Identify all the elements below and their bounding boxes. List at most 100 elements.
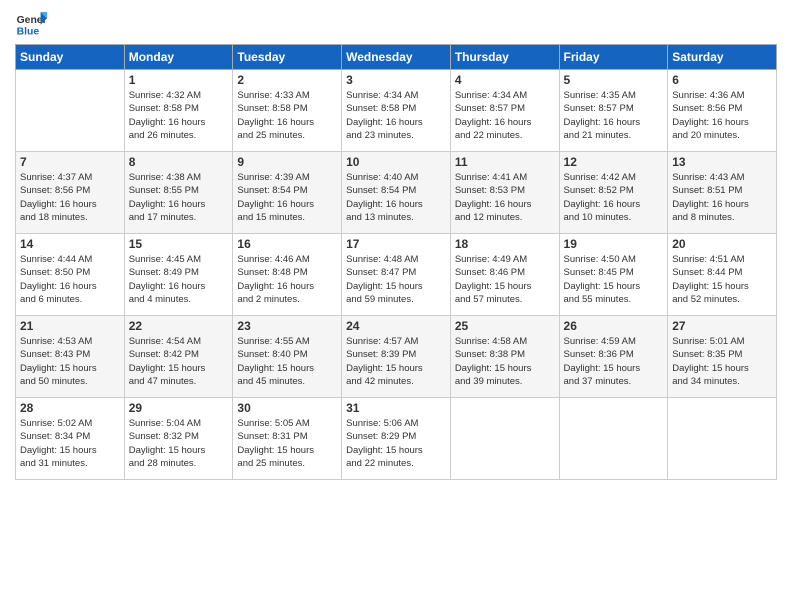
day-info: Sunrise: 4:51 AM Sunset: 8:44 PM Dayligh… (672, 253, 772, 306)
calendar-cell (450, 398, 559, 480)
calendar-cell: 13 Sunrise: 4:43 AM Sunset: 8:51 PM Dayli… (668, 152, 777, 234)
day-info: Sunrise: 4:33 AM Sunset: 8:58 PM Dayligh… (237, 89, 337, 142)
day-info: Sunrise: 4:48 AM Sunset: 8:47 PM Dayligh… (346, 253, 446, 306)
day-info: Sunrise: 4:50 AM Sunset: 8:45 PM Dayligh… (564, 253, 664, 306)
calendar-cell (668, 398, 777, 480)
day-info: Sunrise: 4:54 AM Sunset: 8:42 PM Dayligh… (129, 335, 229, 388)
day-info: Sunrise: 4:43 AM Sunset: 8:51 PM Dayligh… (672, 171, 772, 224)
day-info: Sunrise: 5:04 AM Sunset: 8:32 PM Dayligh… (129, 417, 229, 470)
calendar-cell: 27 Sunrise: 5:01 AM Sunset: 8:35 PM Dayli… (668, 316, 777, 398)
calendar-cell: 12 Sunrise: 4:42 AM Sunset: 8:52 PM Dayli… (559, 152, 668, 234)
day-number: 17 (346, 237, 446, 251)
weekday-header: Tuesday (233, 45, 342, 70)
calendar-cell (16, 70, 125, 152)
day-number: 16 (237, 237, 337, 251)
day-info: Sunrise: 4:58 AM Sunset: 8:38 PM Dayligh… (455, 335, 555, 388)
calendar-cell: 24 Sunrise: 4:57 AM Sunset: 8:39 PM Dayli… (342, 316, 451, 398)
calendar-header: SundayMondayTuesdayWednesdayThursdayFrid… (16, 45, 777, 70)
day-info: Sunrise: 4:45 AM Sunset: 8:49 PM Dayligh… (129, 253, 229, 306)
calendar-week-row: 1 Sunrise: 4:32 AM Sunset: 8:58 PM Daylig… (16, 70, 777, 152)
calendar-cell: 19 Sunrise: 4:50 AM Sunset: 8:45 PM Dayli… (559, 234, 668, 316)
day-number: 27 (672, 319, 772, 333)
day-info: Sunrise: 4:41 AM Sunset: 8:53 PM Dayligh… (455, 171, 555, 224)
day-info: Sunrise: 4:53 AM Sunset: 8:43 PM Dayligh… (20, 335, 120, 388)
calendar-cell: 7 Sunrise: 4:37 AM Sunset: 8:56 PM Daylig… (16, 152, 125, 234)
day-number: 25 (455, 319, 555, 333)
calendar-cell: 5Sunrise: 4:35 AM Sunset: 8:57 PM Daylig… (559, 70, 668, 152)
calendar-cell: 6Sunrise: 4:36 AM Sunset: 8:56 PM Daylig… (668, 70, 777, 152)
day-info: Sunrise: 4:32 AM Sunset: 8:58 PM Dayligh… (129, 89, 229, 142)
day-number: 26 (564, 319, 664, 333)
day-number: 29 (129, 401, 229, 415)
day-number: 19 (564, 237, 664, 251)
day-number: 15 (129, 237, 229, 251)
calendar-week-row: 7 Sunrise: 4:37 AM Sunset: 8:56 PM Daylig… (16, 152, 777, 234)
day-number: 18 (455, 237, 555, 251)
day-info: Sunrise: 4:59 AM Sunset: 8:36 PM Dayligh… (564, 335, 664, 388)
day-info: Sunrise: 4:34 AM Sunset: 8:57 PM Dayligh… (455, 89, 555, 142)
day-info: Sunrise: 5:05 AM Sunset: 8:31 PM Dayligh… (237, 417, 337, 470)
day-info: Sunrise: 4:42 AM Sunset: 8:52 PM Dayligh… (564, 171, 664, 224)
day-number: 2 (237, 73, 337, 87)
weekday-header: Sunday (16, 45, 125, 70)
calendar-cell: 26 Sunrise: 4:59 AM Sunset: 8:36 PM Dayli… (559, 316, 668, 398)
calendar-cell: 22 Sunrise: 4:54 AM Sunset: 8:42 PM Dayli… (124, 316, 233, 398)
day-number: 10 (346, 155, 446, 169)
calendar-cell: 25 Sunrise: 4:58 AM Sunset: 8:38 PM Dayli… (450, 316, 559, 398)
day-number: 20 (672, 237, 772, 251)
calendar-cell: 2 Sunrise: 4:33 AM Sunset: 8:58 PM Daylig… (233, 70, 342, 152)
calendar-cell (559, 398, 668, 480)
day-info: Sunrise: 4:40 AM Sunset: 8:54 PM Dayligh… (346, 171, 446, 224)
calendar-cell: 4 Sunrise: 4:34 AM Sunset: 8:57 PM Daylig… (450, 70, 559, 152)
day-number: 28 (20, 401, 120, 415)
calendar-cell: 8Sunrise: 4:38 AM Sunset: 8:55 PM Daylig… (124, 152, 233, 234)
svg-text:Blue: Blue (17, 26, 40, 37)
calendar-cell: 23Sunrise: 4:55 AM Sunset: 8:40 PM Dayli… (233, 316, 342, 398)
weekday-header: Wednesday (342, 45, 451, 70)
weekday-header: Saturday (668, 45, 777, 70)
calendar-cell: 9Sunrise: 4:39 AM Sunset: 8:54 PM Daylig… (233, 152, 342, 234)
calendar-cell: 1 Sunrise: 4:32 AM Sunset: 8:58 PM Daylig… (124, 70, 233, 152)
day-number: 1 (129, 73, 229, 87)
day-info: Sunrise: 4:57 AM Sunset: 8:39 PM Dayligh… (346, 335, 446, 388)
day-number: 4 (455, 73, 555, 87)
calendar-cell: 11 Sunrise: 4:41 AM Sunset: 8:53 PM Dayli… (450, 152, 559, 234)
calendar-body: 1 Sunrise: 4:32 AM Sunset: 8:58 PM Daylig… (16, 70, 777, 480)
day-info: Sunrise: 5:01 AM Sunset: 8:35 PM Dayligh… (672, 335, 772, 388)
calendar-cell: 10 Sunrise: 4:40 AM Sunset: 8:54 PM Dayli… (342, 152, 451, 234)
calendar-cell: 30 Sunrise: 5:05 AM Sunset: 8:31 PM Dayli… (233, 398, 342, 480)
weekday-header: Friday (559, 45, 668, 70)
day-number: 7 (20, 155, 120, 169)
calendar-cell: 15 Sunrise: 4:45 AM Sunset: 8:49 PM Dayli… (124, 234, 233, 316)
logo-icon: General Blue (15, 10, 47, 38)
page-container: General Blue SundayMondayTuesdayWednesda… (0, 0, 792, 490)
day-number: 8 (129, 155, 229, 169)
day-info: Sunrise: 4:37 AM Sunset: 8:56 PM Dayligh… (20, 171, 120, 224)
day-info: Sunrise: 5:02 AM Sunset: 8:34 PM Dayligh… (20, 417, 120, 470)
header: General Blue (15, 10, 777, 38)
day-number: 11 (455, 155, 555, 169)
day-number: 13 (672, 155, 772, 169)
calendar-cell: 14Sunrise: 4:44 AM Sunset: 8:50 PM Dayli… (16, 234, 125, 316)
calendar-cell: 17 Sunrise: 4:48 AM Sunset: 8:47 PM Dayli… (342, 234, 451, 316)
day-number: 21 (20, 319, 120, 333)
day-number: 9 (237, 155, 337, 169)
calendar-week-row: 21 Sunrise: 4:53 AM Sunset: 8:43 PM Dayli… (16, 316, 777, 398)
day-number: 5 (564, 73, 664, 87)
calendar-cell: 29 Sunrise: 5:04 AM Sunset: 8:32 PM Dayli… (124, 398, 233, 480)
day-number: 12 (564, 155, 664, 169)
calendar-cell: 31Sunrise: 5:06 AM Sunset: 8:29 PM Dayli… (342, 398, 451, 480)
day-info: Sunrise: 4:36 AM Sunset: 8:56 PM Dayligh… (672, 89, 772, 142)
calendar-cell: 3 Sunrise: 4:34 AM Sunset: 8:58 PM Daylig… (342, 70, 451, 152)
day-number: 3 (346, 73, 446, 87)
day-number: 22 (129, 319, 229, 333)
day-number: 30 (237, 401, 337, 415)
day-info: Sunrise: 4:34 AM Sunset: 8:58 PM Dayligh… (346, 89, 446, 142)
day-number: 23 (237, 319, 337, 333)
weekday-header: Monday (124, 45, 233, 70)
calendar-cell: 28 Sunrise: 5:02 AM Sunset: 8:34 PM Dayli… (16, 398, 125, 480)
day-number: 24 (346, 319, 446, 333)
day-info: Sunrise: 4:49 AM Sunset: 8:46 PM Dayligh… (455, 253, 555, 306)
logo: General Blue (15, 10, 47, 38)
day-info: Sunrise: 4:46 AM Sunset: 8:48 PM Dayligh… (237, 253, 337, 306)
